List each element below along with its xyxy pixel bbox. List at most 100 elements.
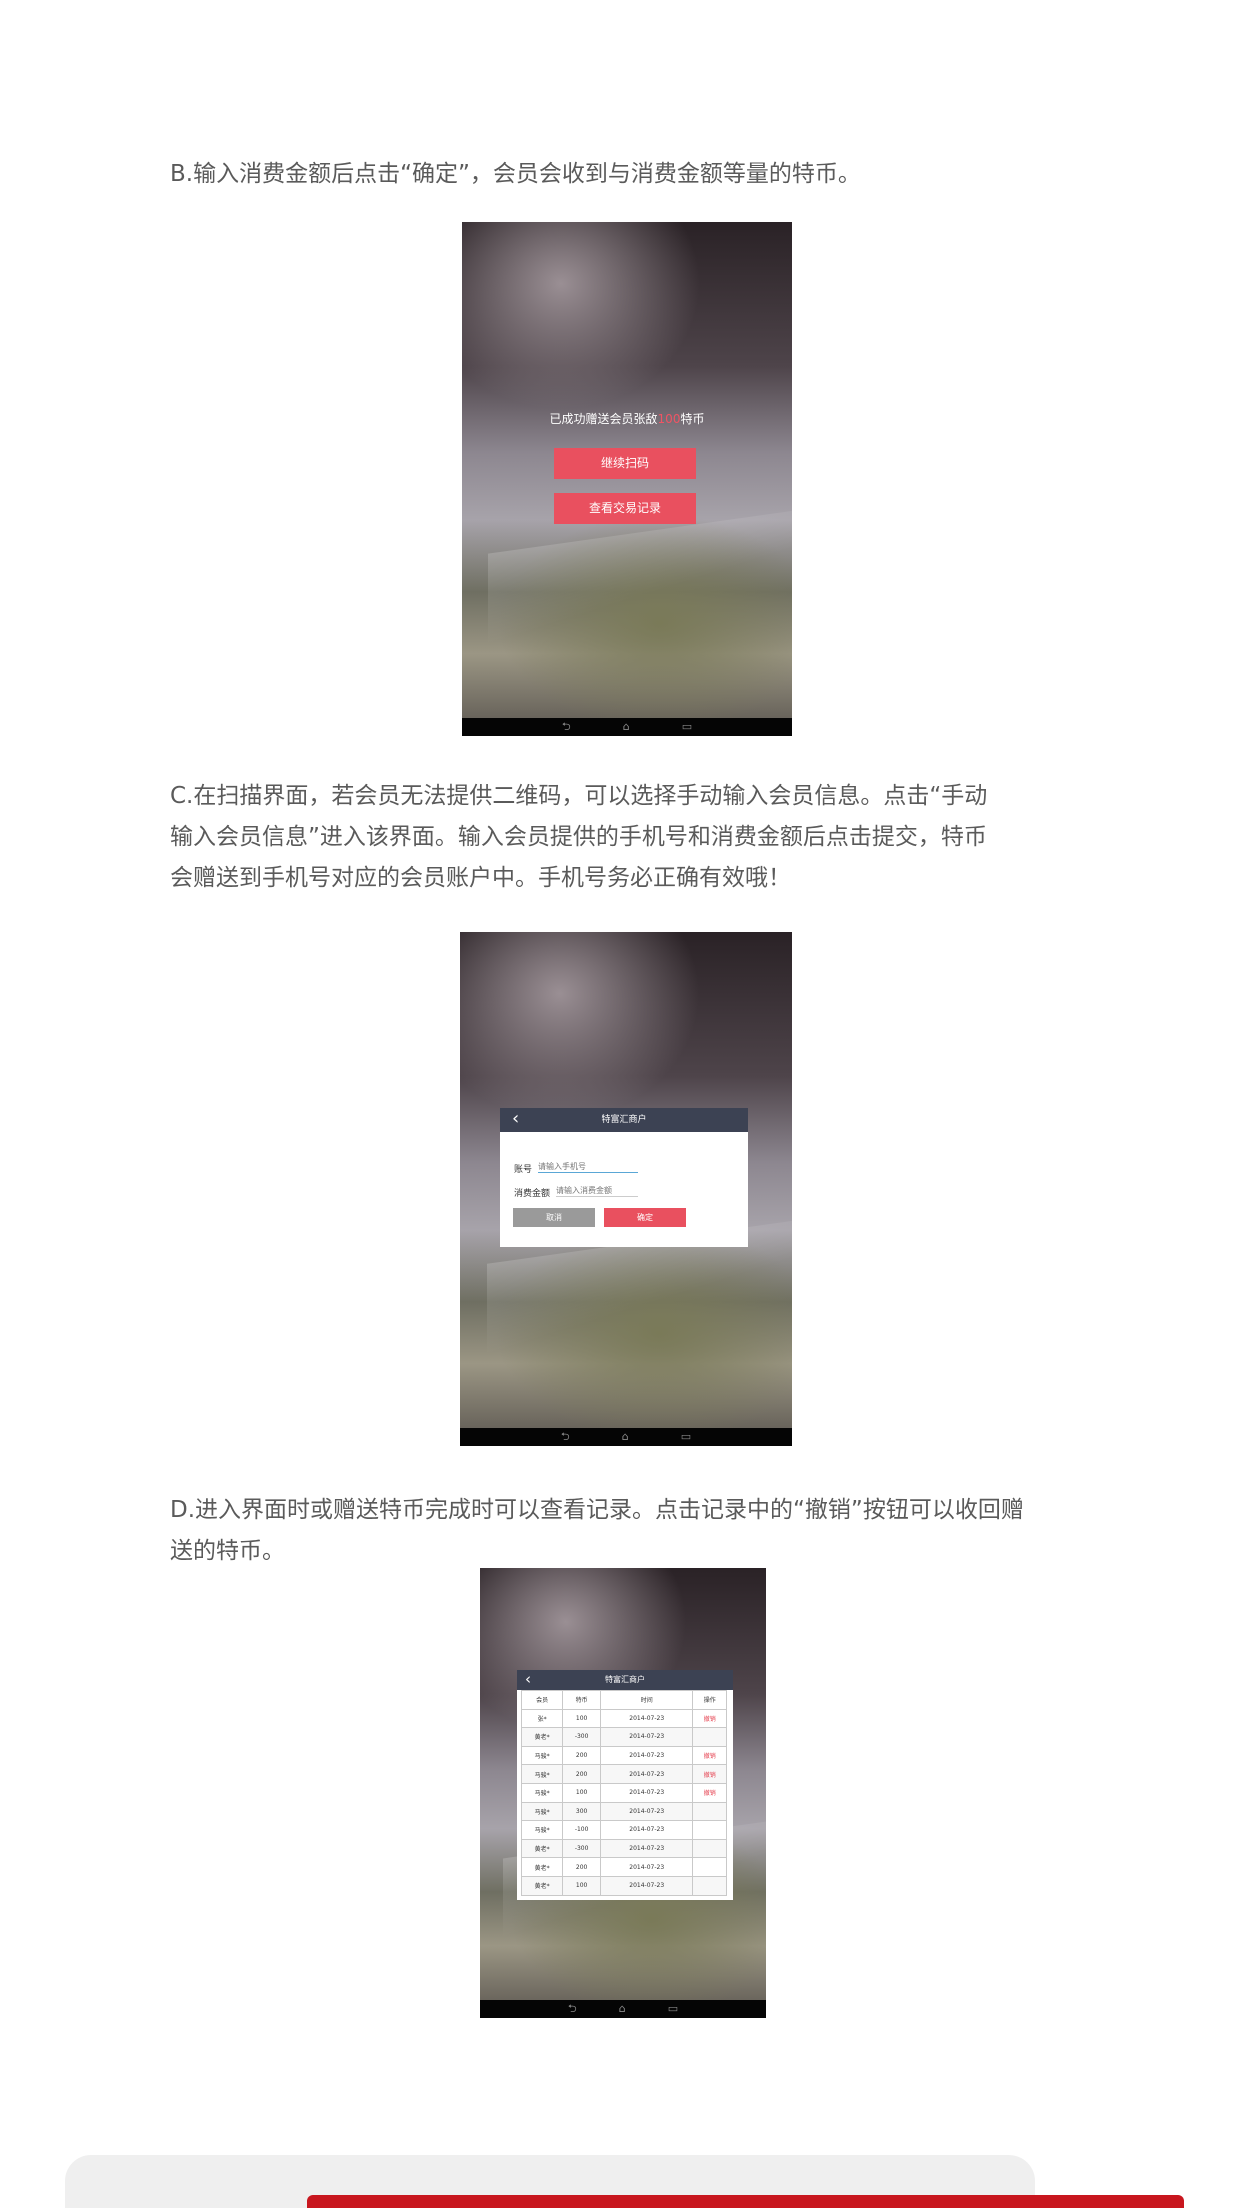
table-row: 黄老* 200 2014-07-23	[520, 1857, 727, 1877]
dialog-title: 特富汇商户	[605, 1675, 645, 1684]
success-message-text: 已成功赠送会员张敌	[549, 412, 658, 426]
success-amount: 100	[657, 412, 681, 426]
cell-time: 2014-07-23	[599, 1782, 694, 1803]
success-unit: 特币	[680, 412, 705, 426]
paragraph-d-line-1: D.进入界面时或赠送特币完成时可以查看记录。点击记录中的“撤销”按钮可以收回赠	[170, 1497, 1024, 1523]
android-nav-bar: ⮌ ⌂ ▭	[462, 718, 792, 736]
cell-time: 2014-07-23	[599, 1745, 694, 1766]
dialog-header: ‹ 特富汇商户	[517, 1670, 733, 1690]
confirm-button[interactable]: 确定	[604, 1208, 686, 1227]
view-records-button[interactable]: 查看交易记录	[554, 493, 696, 524]
table-row: 马骏* 100 2014-07-23 撤销	[520, 1782, 727, 1803]
revoke-button[interactable]: 撤销	[692, 1764, 727, 1784]
home-icon[interactable]: ⌂	[622, 1428, 629, 1446]
cell-time: 2014-07-23	[599, 1875, 694, 1896]
cell-member: 黄老*	[520, 1727, 564, 1747]
cell-coins: 100	[562, 1708, 601, 1729]
table-row: 马骏* 200 2014-07-23 撤销	[520, 1764, 727, 1784]
dialog-header: ‹ 特富汇商户	[500, 1108, 748, 1132]
cell-member: 黄老*	[520, 1875, 564, 1896]
paragraph-b: B.输入消费金额后点击“确定”，会员会收到与消费金额等量的特币。	[170, 161, 861, 187]
cell-member: 马骏*	[520, 1801, 564, 1822]
table-row: 黄老* -300 2014-07-23	[520, 1838, 727, 1859]
cell-member: 马骏*	[520, 1782, 564, 1803]
cell-action	[692, 1838, 727, 1859]
header-coins: 特币	[562, 1690, 601, 1710]
header-time: 时间	[599, 1690, 694, 1710]
back-icon[interactable]: ⮌	[568, 2000, 577, 2018]
cell-action	[692, 1727, 727, 1747]
cell-time: 2014-07-23	[599, 1801, 694, 1822]
back-icon[interactable]: ⮌	[562, 718, 571, 736]
cell-coins: 100	[562, 1875, 601, 1896]
cell-member: 黄老*	[520, 1857, 564, 1877]
back-arrow-icon[interactable]: ‹	[512, 1108, 519, 1130]
cancel-button[interactable]: 取消	[513, 1208, 595, 1227]
table-row: 黄老* 100 2014-07-23	[520, 1875, 727, 1896]
cell-member: 张*	[520, 1708, 564, 1729]
paragraph-c-line-3: 会赠送到手机号对应的会员账户中。手机号务必正确有效哦！	[170, 865, 791, 891]
cell-action	[692, 1875, 727, 1896]
android-nav-bar: ⮌ ⌂ ▭	[480, 2000, 766, 2018]
continue-scan-button[interactable]: 继续扫码	[554, 448, 696, 479]
cell-time: 2014-07-23	[599, 1820, 694, 1840]
table-row: 马骏* 200 2014-07-23 撤销	[520, 1745, 727, 1766]
recents-icon[interactable]: ▭	[682, 718, 692, 736]
paragraph-c-line-2: 输入会员信息”进入该界面。输入会员提供的手机号和消费金额后点击提交，特币	[170, 824, 987, 850]
cell-coins: 200	[562, 1857, 601, 1877]
cell-member: 马骏*	[520, 1764, 564, 1784]
cell-coins: 300	[562, 1801, 601, 1822]
cell-time: 2014-07-23	[599, 1857, 694, 1877]
table-row: 黄老* -300 2014-07-23	[520, 1727, 727, 1747]
revoke-button[interactable]: 撤销	[692, 1708, 727, 1729]
phone-input[interactable]	[538, 1160, 638, 1173]
cell-coins: -100	[562, 1820, 601, 1840]
footer-red-bar	[307, 2195, 1184, 2208]
paragraph-c-line-1: C.在扫描界面，若会员无法提供二维码，可以选择手动输入会员信息。点击“手动	[170, 783, 988, 809]
back-icon[interactable]: ⮌	[561, 1428, 570, 1446]
paragraph-c: C.在扫描界面，若会员无法提供二维码，可以选择手动输入会员信息。点击“手动 输入…	[170, 776, 1100, 899]
header-action: 操作	[692, 1690, 727, 1710]
cell-action	[692, 1801, 727, 1822]
revoke-button[interactable]: 撤销	[692, 1782, 727, 1803]
recents-icon[interactable]: ▭	[668, 2000, 678, 2018]
success-message: 已成功赠送会员张敌100特币	[462, 410, 792, 427]
cell-time: 2014-07-23	[599, 1838, 694, 1859]
table-row: 马骏* -100 2014-07-23	[520, 1820, 727, 1840]
cell-time: 2014-07-23	[599, 1708, 694, 1729]
header-member: 会员	[520, 1690, 564, 1710]
cell-member: 马骏*	[520, 1745, 564, 1766]
home-icon[interactable]: ⌂	[619, 2000, 626, 2018]
records-dialog: ‹ 特富汇商户 会员 特币 时间 操作 张* 100 2014-07-23 撤销 黄老*…	[517, 1670, 733, 1900]
home-icon[interactable]: ⌂	[623, 718, 630, 736]
cell-coins: 200	[562, 1764, 601, 1784]
cell-action	[692, 1857, 727, 1877]
cell-coins: 100	[562, 1782, 601, 1803]
android-nav-bar: ⮌ ⌂ ▭	[460, 1428, 792, 1446]
revoke-button[interactable]: 撤销	[692, 1745, 727, 1766]
dialog-title: 特富汇商户	[601, 1115, 647, 1125]
records-table: 会员 特币 时间 操作 张* 100 2014-07-23 撤销 黄老* -300 2014…	[520, 1690, 727, 1896]
amount-input[interactable]	[556, 1184, 638, 1197]
cell-member: 马骏*	[520, 1820, 564, 1840]
page: B.输入消费金额后点击“确定”，会员会收到与消费金额等量的特币。 已成功赠送会员…	[0, 0, 1242, 2208]
amount-label: 消费金额	[514, 1189, 551, 1199]
manual-input-dialog: ‹ 特富汇商户 账号 消费金额 取消 确定	[500, 1108, 748, 1247]
recents-icon[interactable]: ▭	[681, 1428, 691, 1446]
blurred-background	[462, 222, 792, 736]
account-label: 账号	[514, 1165, 533, 1175]
cell-action	[692, 1820, 727, 1840]
cell-coins: -300	[562, 1727, 601, 1747]
cell-time: 2014-07-23	[599, 1727, 694, 1747]
cell-coins: -300	[562, 1838, 601, 1859]
table-header-row: 会员 特币 时间 操作	[520, 1690, 727, 1710]
screenshot-manual-input: ‹ 特富汇商户 账号 消费金额 取消 确定 ⮌ ⌂ ▭	[460, 932, 792, 1446]
screenshot-success: 已成功赠送会员张敌100特币 继续扫码 查看交易记录 ⮌ ⌂ ▭	[462, 222, 792, 736]
paragraph-d: D.进入界面时或赠送特币完成时可以查看记录。点击记录中的“撤销”按钮可以收回赠 …	[170, 1490, 1100, 1572]
cell-time: 2014-07-23	[599, 1764, 694, 1784]
table-row: 张* 100 2014-07-23 撤销	[520, 1708, 727, 1729]
screenshot-records: ‹ 特富汇商户 会员 特币 时间 操作 张* 100 2014-07-23 撤销 黄老*…	[480, 1568, 766, 2018]
back-arrow-icon[interactable]: ‹	[525, 1670, 531, 1688]
cell-member: 黄老*	[520, 1838, 564, 1859]
cell-coins: 200	[562, 1745, 601, 1766]
